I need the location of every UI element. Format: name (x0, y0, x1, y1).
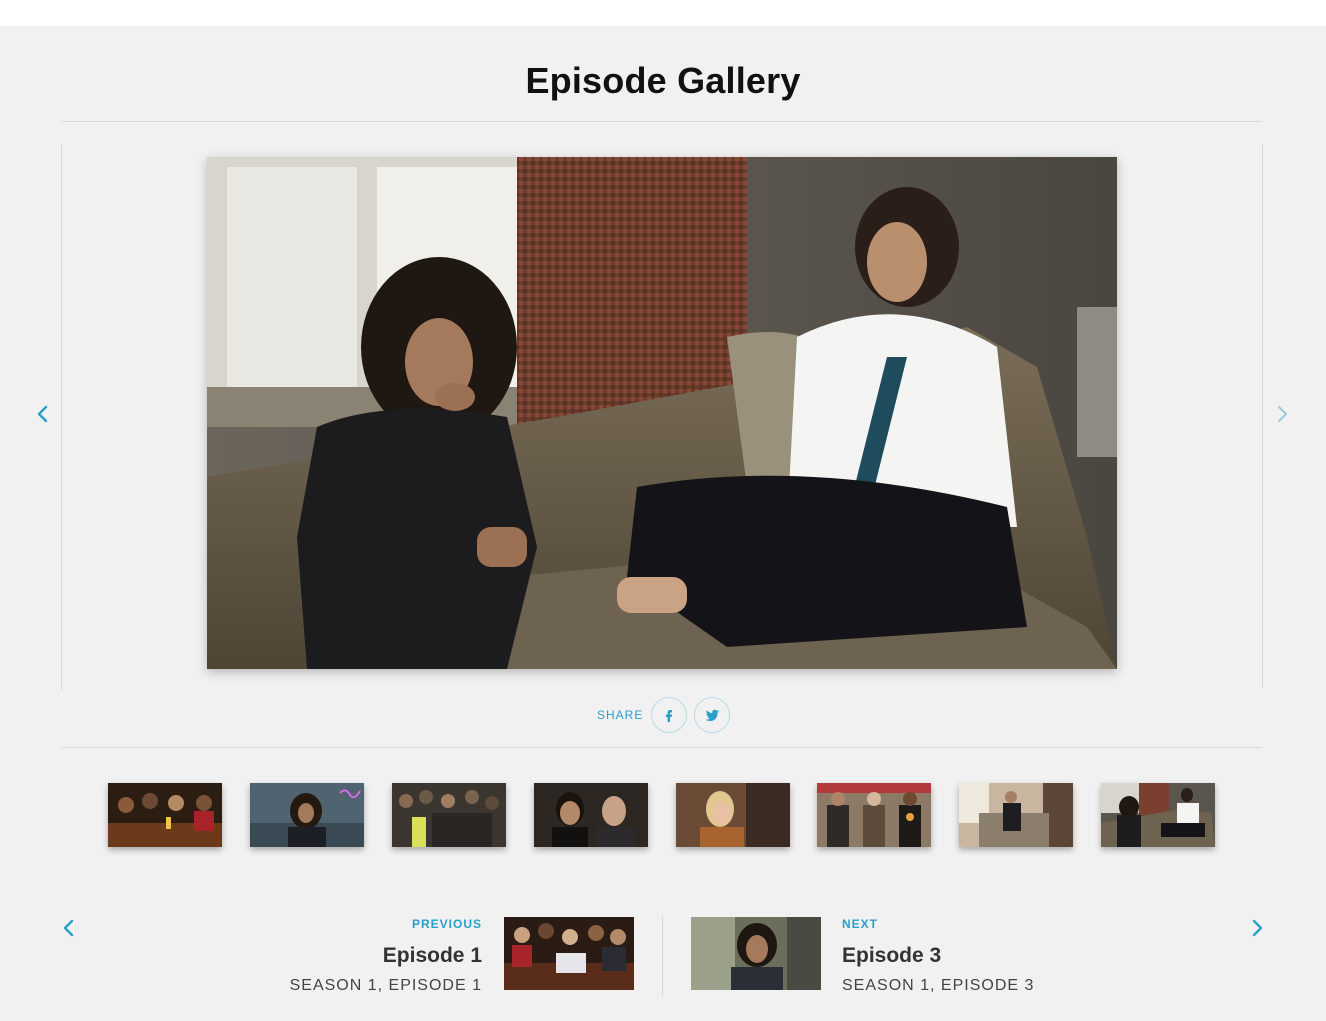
gallery-thumbnail[interactable] (534, 783, 648, 847)
next-episode-thumbnail[interactable] (691, 917, 821, 990)
gallery-photo (207, 157, 1117, 669)
thumbnail-image (250, 783, 364, 847)
facebook-icon (666, 710, 673, 722)
chevron-right-icon (1252, 919, 1263, 937)
previous-episode-thumbnail[interactable] (504, 917, 634, 990)
divider-bottom (62, 747, 1262, 748)
gallery-right-border (1262, 144, 1263, 688)
divider-top (62, 121, 1262, 122)
twitter-icon (705, 709, 720, 722)
gallery-thumbnail[interactable] (817, 783, 931, 847)
gallery-left-border (61, 144, 62, 690)
share-label: SHARE (597, 708, 644, 722)
thumbnail-image (676, 783, 790, 847)
chevron-right-icon (1278, 406, 1287, 422)
gallery-thumbnail[interactable] (250, 783, 364, 847)
gallery-next-button[interactable] (1270, 402, 1294, 426)
thumbnail-strip (108, 783, 1218, 849)
thumbnail-image (108, 783, 222, 847)
thumbnail-image (1101, 783, 1215, 847)
top-bar (0, 0, 1326, 26)
thumbnail-image (504, 917, 634, 990)
gallery-prev-button[interactable] (31, 402, 55, 426)
previous-episode-subtitle: SEASON 1, EPISODE 1 (289, 977, 482, 994)
gallery-thumbnail[interactable] (108, 783, 222, 847)
episode-gallery-page: Episode Gallery SHARE PREVIOUS Episode 1… (0, 26, 1326, 1021)
share-bar: SHARE (597, 697, 737, 733)
next-episode-title[interactable]: Episode 3 (842, 944, 941, 968)
twitter-share-button[interactable] (694, 697, 731, 733)
previous-label: PREVIOUS (411, 917, 482, 931)
chevron-left-icon (63, 919, 74, 937)
gallery-thumbnail[interactable] (959, 783, 1073, 847)
next-label: NEXT (842, 917, 879, 931)
next-episode-arrow[interactable] (1245, 916, 1269, 940)
facebook-share-button[interactable] (651, 697, 688, 733)
page-title: Episode Gallery (525, 60, 801, 101)
chevron-left-icon (37, 405, 48, 423)
episode-nav-divider (662, 916, 663, 996)
next-episode-subtitle: SEASON 1, EPISODE 3 (842, 977, 1035, 994)
gallery-thumbnail[interactable] (392, 783, 506, 847)
thumbnail-image (959, 783, 1073, 847)
thumbnail-image (691, 917, 821, 990)
previous-episode-arrow[interactable] (57, 916, 81, 940)
thumbnail-image (392, 783, 506, 847)
episode-navigation: PREVIOUS Episode 1 SEASON 1, EPISODE 1 N… (0, 906, 1326, 1021)
gallery-thumbnail-selected[interactable] (1101, 783, 1215, 847)
thumbnail-image (534, 783, 648, 847)
previous-episode-title[interactable]: Episode 1 (383, 944, 482, 968)
thumbnail-image (817, 783, 931, 847)
gallery-thumbnail[interactable] (676, 783, 790, 847)
gallery-main-image (207, 157, 1117, 669)
